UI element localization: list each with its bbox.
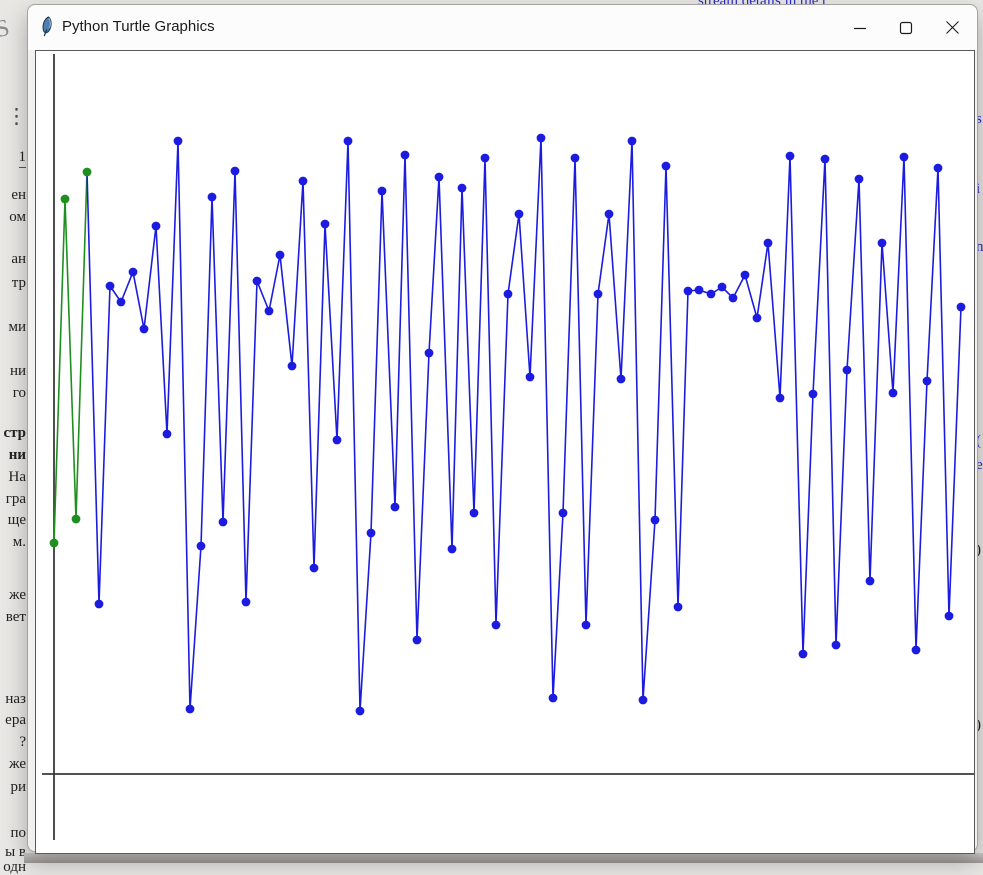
window-controls (837, 5, 975, 50)
blue-data-point (186, 705, 195, 714)
blue-data-point (764, 239, 773, 248)
close-icon (944, 19, 961, 36)
blue-data-point (435, 173, 444, 182)
green-data-point (72, 515, 81, 524)
blue-data-point (504, 290, 513, 299)
blue-data-point (889, 389, 898, 398)
blue-data-point (753, 314, 762, 323)
blue-data-point (321, 220, 330, 229)
blue-data-point (786, 152, 795, 161)
maximize-button[interactable] (883, 5, 929, 50)
blue-data-point (582, 621, 591, 630)
blue-data-point (549, 694, 558, 703)
blue-data-point (934, 164, 943, 173)
blue-data-point (481, 154, 490, 163)
close-button[interactable] (929, 5, 975, 50)
blue-data-point (809, 390, 818, 399)
blue-data-point (515, 210, 524, 219)
blue-data-point (391, 503, 400, 512)
blue-data-point (197, 542, 206, 551)
blue-data-point (231, 167, 240, 176)
blue-data-point (401, 151, 410, 160)
blue-data-point (356, 707, 365, 716)
blue-data-point (140, 325, 149, 334)
blue-data-point (333, 436, 342, 445)
blue-data-point (628, 137, 637, 146)
minimize-button[interactable] (837, 5, 883, 50)
green-data-point (61, 195, 70, 204)
blue-data-point (707, 290, 716, 299)
blue-data-point (662, 162, 671, 171)
blue-data-point (617, 375, 626, 384)
blue-data-point (923, 377, 932, 386)
blue-data-point (448, 545, 457, 554)
blue-data-point (106, 282, 115, 291)
blue-data-point (776, 394, 785, 403)
blue-data-point (242, 598, 251, 607)
blue-data-point (492, 621, 501, 630)
blue-data-point (152, 222, 161, 231)
blue-data-point (718, 283, 727, 292)
blue-data-point (559, 509, 568, 518)
blue-data-point (95, 600, 104, 609)
window-title: Python Turtle Graphics (62, 18, 215, 35)
blue-polyline (87, 138, 961, 711)
blue-data-point (208, 193, 217, 202)
blue-data-point (163, 430, 172, 439)
turtle-graphics-window: Python Turtle Graphics (27, 4, 978, 852)
blue-data-point (288, 362, 297, 371)
blue-data-point (129, 268, 138, 277)
blue-data-point (344, 137, 353, 146)
blue-data-point (878, 239, 887, 248)
turtle-chart-svg (36, 51, 974, 853)
blue-data-point (605, 210, 614, 219)
blue-data-point (470, 509, 479, 518)
blue-data-point (526, 373, 535, 382)
blue-data-point (117, 298, 126, 307)
blue-data-point (741, 271, 750, 280)
blue-data-point (639, 696, 648, 705)
maximize-icon (898, 20, 914, 36)
blue-data-point (537, 134, 546, 143)
blue-data-point (299, 177, 308, 186)
blue-data-point (912, 646, 921, 655)
blue-data-point (945, 612, 954, 621)
blue-data-point (684, 287, 693, 296)
blue-data-point (855, 175, 864, 184)
blue-data-point (219, 518, 228, 527)
blue-data-point (310, 564, 319, 573)
blue-data-point (695, 286, 704, 295)
blue-data-point (571, 154, 580, 163)
blue-data-point (843, 366, 852, 375)
green-data-point (83, 168, 92, 177)
blue-data-point (174, 137, 183, 146)
blue-data-point (832, 641, 841, 650)
blue-data-point (821, 155, 830, 164)
turtle-canvas (35, 50, 975, 854)
blue-data-point (265, 307, 274, 316)
blue-data-point (378, 187, 387, 196)
blue-data-point (458, 184, 467, 193)
blue-data-point (866, 577, 875, 586)
blue-data-point (594, 290, 603, 299)
minimize-icon (852, 20, 868, 36)
blue-data-point (729, 294, 738, 303)
green-polyline (54, 172, 87, 543)
blue-data-point (900, 153, 909, 162)
background-bottom-scroll-strip (24, 853, 983, 863)
desktop: { "window": { "title": "Python Turtle Gr… (0, 0, 983, 863)
blue-data-point (413, 636, 422, 645)
blue-data-point (799, 650, 808, 659)
blue-data-point (651, 516, 660, 525)
blue-data-point (276, 251, 285, 260)
window-titlebar[interactable]: Python Turtle Graphics (28, 5, 977, 50)
green-data-point (50, 539, 59, 548)
blue-data-point (674, 603, 683, 612)
blue-data-point (253, 277, 262, 286)
blue-data-point (367, 529, 376, 538)
tk-feather-icon (38, 16, 55, 37)
blue-data-point (425, 349, 434, 358)
blue-data-point (957, 303, 966, 312)
